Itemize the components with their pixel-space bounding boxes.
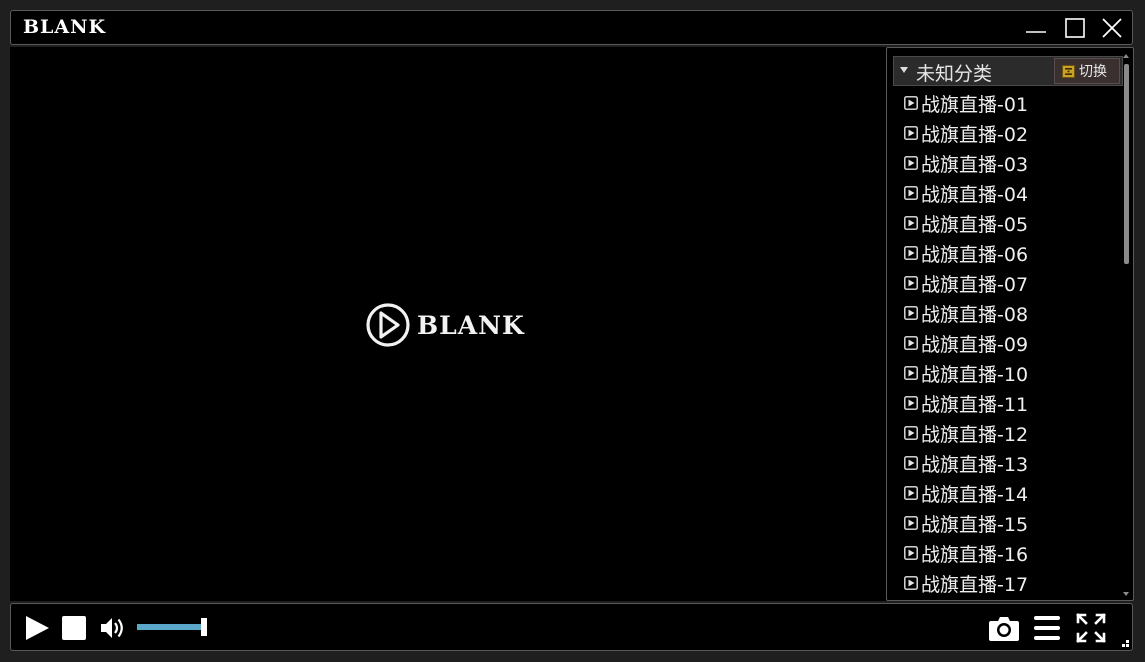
playlist-item-label: 战旗直播-07 [921,273,1029,296]
player-window: BLANK BLANK 未知分类 切换 战旗直播-01 战旗直播-02 战旗直播… [0,0,1145,662]
play-circle-icon [366,303,410,347]
play-file-icon [904,186,918,200]
playlist-item[interactable]: 战旗直播-01 [893,88,1121,118]
playlist-item[interactable]: 战旗直播-16 [893,538,1121,568]
fullscreen-button[interactable] [1076,613,1106,643]
scroll-thumb[interactable] [1124,64,1129,264]
control-bar [10,603,1133,651]
play-file-icon [904,306,918,320]
playlist-item[interactable]: 战旗直播-03 [893,148,1121,178]
screenshot-button[interactable] [988,614,1020,642]
playlist-panel: 未知分类 切换 战旗直播-01 战旗直播-02 战旗直播-03 战旗直播-04 战旗直播… [886,47,1134,601]
play-file-icon [904,156,918,170]
switch-icon [1062,64,1075,78]
volume-slider-handle[interactable] [201,618,207,636]
playlist-item-label: 战旗直播-04 [921,183,1029,206]
play-file-icon [904,336,918,350]
playlist-item-label: 战旗直播-17 [921,573,1029,596]
playlist-item-label: 战旗直播-10 [921,363,1029,386]
play-file-icon [904,366,918,380]
volume-icon [101,618,123,638]
playlist-item[interactable]: 战旗直播-07 [893,268,1121,298]
playlist-item[interactable]: 战旗直播-12 [893,418,1121,448]
stop-button[interactable] [62,616,86,640]
playlist-category-label: 未知分类 [916,63,993,85]
playlist-item-label: 战旗直播-09 [921,333,1029,356]
playlist-item[interactable]: 战旗直播-15 [893,508,1121,538]
playlist-item-label: 战旗直播-02 [921,123,1029,146]
playlist-item[interactable]: 战旗直播-06 [893,238,1121,268]
playlist-scrollbar[interactable] [1123,54,1130,596]
title-bar[interactable]: BLANK [10,10,1133,45]
playlist-item[interactable]: 战旗直播-17 [893,568,1121,598]
minimize-icon [1026,31,1046,33]
play-icon [26,616,49,640]
stop-icon [62,616,86,640]
playlist-toggle-button[interactable] [1033,615,1061,641]
fullscreen-icon [1076,613,1106,643]
playlist-item-label: 战旗直播-14 [921,483,1029,506]
play-file-icon [904,546,918,560]
playlist-item[interactable]: 战旗直播-08 [893,298,1121,328]
close-button[interactable] [1099,15,1125,41]
resize-grip-icon[interactable] [1120,638,1130,648]
playlist-item-label: 战旗直播-13 [921,453,1029,476]
switch-button[interactable]: 切换 [1054,58,1120,84]
play-file-icon [904,486,918,500]
play-file-icon [904,456,918,470]
maximize-button[interactable] [1062,15,1088,41]
center-logo: BLANK [365,300,525,350]
play-file-icon [904,276,918,290]
menu-icon [1034,616,1060,640]
volume-slider[interactable] [137,618,207,636]
scroll-up-icon [1123,54,1129,58]
playlist-item-label: 战旗直播-03 [921,153,1029,176]
playlist-item-label: 战旗直播-08 [921,303,1029,326]
playlist-item[interactable]: 战旗直播-10 [893,358,1121,388]
playlist-item-label: 战旗直播-06 [921,243,1029,266]
caret-down-icon [900,67,908,73]
camera-icon [989,617,1019,641]
app-title: BLANK [23,16,107,38]
playlist-item-label: 战旗直播-15 [921,513,1029,536]
playlist-item[interactable]: 战旗直播-11 [893,388,1121,418]
logo-text: BLANK [417,310,525,340]
play-file-icon [904,426,918,440]
playlist-item-label: 战旗直播-12 [921,423,1029,446]
close-icon [1102,18,1122,38]
playlist-item[interactable]: 战旗直播-14 [893,478,1121,508]
playlist-item[interactable]: 战旗直播-09 [893,328,1121,358]
playlist-item-label: 战旗直播-16 [921,543,1029,566]
playlist-item[interactable]: 战旗直播-04 [893,178,1121,208]
playlist-item[interactable]: 战旗直播-13 [893,448,1121,478]
playlist-list: 战旗直播-01 战旗直播-02 战旗直播-03 战旗直播-04 战旗直播-05 战旗直播-… [893,88,1121,598]
maximize-icon [1065,18,1085,38]
volume-button[interactable] [99,615,127,641]
playlist-category-header[interactable]: 未知分类 切换 [893,56,1123,86]
play-button[interactable] [23,614,51,642]
play-file-icon [904,246,918,260]
volume-level-fill [137,624,204,630]
play-file-icon [904,216,918,230]
scroll-down-icon [1123,592,1129,596]
minimize-button[interactable] [1023,15,1049,41]
play-file-icon [904,126,918,140]
play-file-icon [904,396,918,410]
playlist-item[interactable]: 战旗直播-05 [893,208,1121,238]
playlist-item[interactable]: 战旗直播-02 [893,118,1121,148]
play-file-icon [904,516,918,530]
playlist-item-label: 战旗直播-05 [921,213,1029,236]
playlist-item-label: 战旗直播-01 [921,93,1029,116]
playlist-item-label: 战旗直播-11 [921,393,1029,416]
play-file-icon [904,576,918,590]
play-file-icon [904,96,918,110]
switch-label: 切换 [1079,64,1107,80]
